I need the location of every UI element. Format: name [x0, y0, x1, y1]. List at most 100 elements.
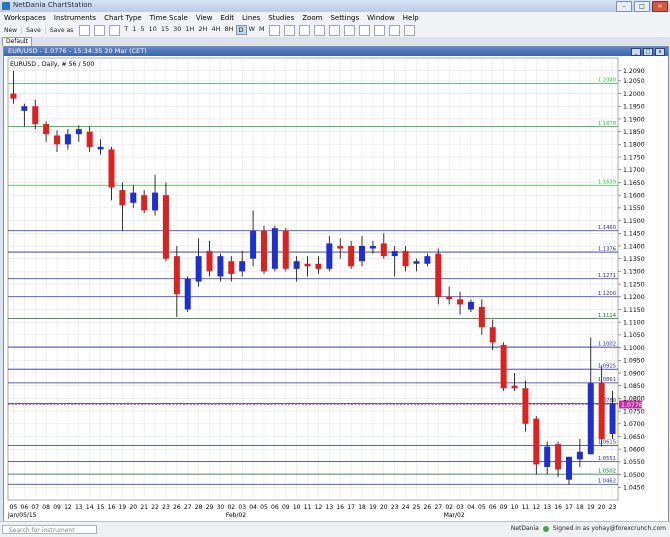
level-label: 1.0915	[598, 363, 616, 369]
candle-chart-icon[interactable]	[94, 24, 106, 36]
chart-window-header: EUR/USD - 1.0776 - 15:34:35 20 Mar (CET)…	[4, 47, 668, 56]
period-4h[interactable]: 4H	[209, 25, 222, 35]
x-tick-label: 02	[445, 504, 453, 511]
y-tick-label: 1.1100	[623, 319, 645, 326]
period-1h[interactable]: 1H	[183, 25, 196, 35]
save-as-button[interactable]: Save as	[44, 26, 77, 34]
y-tick-label: 1.2050	[623, 78, 645, 85]
zoom-in-icon[interactable]	[283, 24, 295, 36]
period-t[interactable]: T	[122, 25, 130, 35]
y-tick-label: 1.0900	[623, 370, 645, 377]
candle-body	[173, 256, 180, 295]
horizontal-line-icon[interactable]	[328, 24, 340, 36]
x-tick-label: 13	[326, 504, 334, 511]
menu-time-scale[interactable]: Time Scale	[146, 14, 192, 22]
menu-studies[interactable]: Studies	[264, 14, 298, 22]
candle-body	[489, 327, 496, 343]
line-chart-icon[interactable]	[109, 24, 121, 36]
y-tick-label: 1.1200	[623, 294, 645, 301]
candle-body	[108, 149, 115, 188]
chart-window: EUR/USD - 1.0776 - 15:34:35 20 Mar (CET)…	[3, 46, 669, 522]
x-tick-label: 20	[129, 504, 137, 511]
maximize-button[interactable]: □	[634, 1, 650, 12]
period-d[interactable]: D	[235, 25, 247, 35]
candle-body	[228, 261, 235, 274]
y-tick-label: 1.1050	[623, 332, 645, 339]
y-tick-label: 1.1650	[623, 180, 645, 187]
period-8h[interactable]: 8H	[222, 25, 235, 35]
print-icon[interactable]	[403, 24, 415, 36]
fibonacci-icon[interactable]	[358, 24, 370, 36]
tab-default[interactable]: Default	[2, 37, 32, 46]
candle-body	[119, 190, 126, 206]
chart-minimize-button[interactable]: _	[631, 48, 641, 56]
candle-body	[467, 301, 474, 310]
menu-chart-type[interactable]: Chart Type	[100, 14, 146, 22]
x-tick-label: 19	[119, 504, 127, 511]
save-button[interactable]: Save	[21, 26, 45, 34]
new-button[interactable]: New	[0, 27, 21, 34]
period-1[interactable]: 1	[130, 25, 138, 35]
candle-body	[446, 296, 453, 300]
x-tick-label: 05	[478, 504, 486, 511]
candle-body	[54, 135, 61, 145]
menu-window[interactable]: Window	[363, 14, 399, 22]
x-tick-label: 04	[249, 504, 257, 511]
x-tick-label: 20	[598, 504, 606, 511]
x-tick-label: 17	[565, 504, 573, 511]
menu-lines[interactable]: Lines	[238, 14, 264, 22]
x-tick-label: 26	[173, 504, 181, 511]
y-tick-label: 1.0700	[623, 421, 645, 428]
menu-view[interactable]: View	[192, 14, 217, 22]
period-2h[interactable]: 2H	[196, 25, 209, 35]
level-label: 1.1002	[598, 341, 616, 347]
menu-instruments[interactable]: Instruments	[50, 14, 100, 22]
y-tick-label: 1.0550	[623, 459, 645, 466]
close-button[interactable]: ✕	[652, 1, 668, 12]
x-tick-label: 07	[31, 504, 39, 511]
x-tick-label: 26	[424, 504, 432, 511]
crosshair-icon[interactable]	[268, 24, 280, 36]
x-tick-label: 16	[336, 504, 344, 511]
trendline-icon[interactable]	[313, 24, 325, 36]
period-30[interactable]: 30	[171, 25, 183, 35]
chart-maximize-button[interactable]: □	[643, 48, 653, 56]
menu-help[interactable]: Help	[399, 14, 423, 22]
level-label: 1.1200	[598, 291, 616, 297]
x-tick-label: 04	[467, 504, 475, 511]
x-tick-label: 09	[53, 504, 61, 511]
period-15[interactable]: 15	[159, 25, 171, 35]
x-tick-label: 10	[511, 504, 519, 511]
candle-body	[32, 106, 39, 125]
zoom-out-icon[interactable]	[298, 24, 310, 36]
level-label: 1.1639	[598, 180, 616, 186]
period-m[interactable]: M	[257, 25, 267, 35]
candle-body	[184, 279, 191, 310]
y-tick-label: 1.1000	[623, 345, 645, 352]
price-chart[interactable]: 1.2090 1.2050 1.2000 1.1950 1.1900 1.1850 1.18…	[4, 56, 668, 521]
chart-close-button[interactable]: x	[655, 48, 665, 56]
candle-body	[10, 93, 17, 99]
menu-workspaces[interactable]: Workspaces	[0, 14, 50, 22]
settings-icon[interactable]	[388, 24, 400, 36]
period-5[interactable]: 5	[138, 25, 146, 35]
text-tool-icon[interactable]	[343, 24, 355, 36]
menu-zoom[interactable]: Zoom	[298, 14, 326, 22]
candle-body	[75, 129, 82, 135]
menu-settings[interactable]: Settings	[326, 14, 363, 22]
y-tick-label: 1.0450	[623, 485, 645, 492]
candle-body	[162, 195, 169, 259]
candle-body	[239, 261, 246, 272]
instrument-search-input[interactable]: Search for instrument	[2, 525, 97, 534]
minimize-button[interactable]: –	[616, 1, 632, 12]
candle-body	[359, 245, 366, 262]
candle-body	[337, 245, 344, 249]
delete-icon[interactable]	[373, 24, 385, 36]
y-tick-label: 1.1400	[623, 243, 645, 250]
menu-edit[interactable]: Edit	[216, 14, 238, 22]
x-tick-label: 25	[413, 504, 421, 511]
period-w[interactable]: W	[247, 25, 257, 35]
bar-chart-icon[interactable]	[79, 24, 91, 36]
period-10[interactable]: 10	[147, 25, 159, 35]
x-tick-label: 11	[304, 504, 312, 511]
